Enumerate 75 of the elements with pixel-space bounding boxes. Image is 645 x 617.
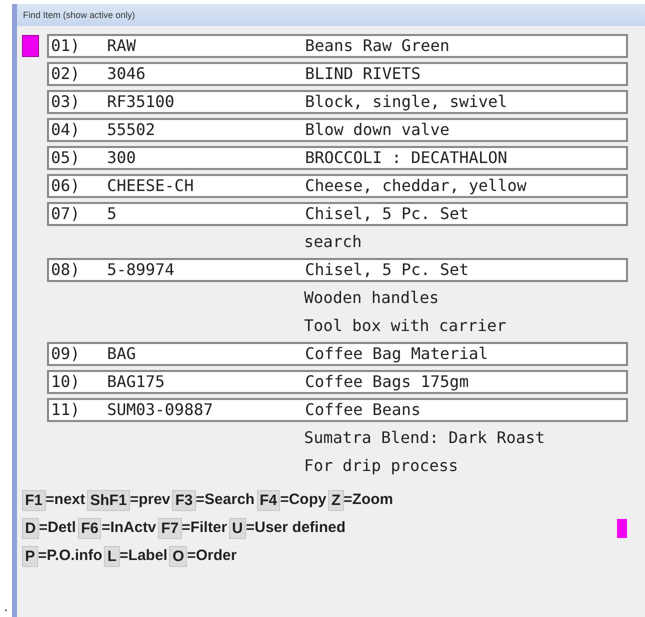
item-description: Blow down valve: [305, 119, 450, 141]
description-line: Tool box with carrier: [304, 315, 506, 337]
item-description: Block, single, swivel: [305, 91, 508, 113]
item-description: Cheese, cheddar, yellow: [305, 175, 527, 197]
function-key[interactable]: U: [229, 518, 246, 538]
item-description: Coffee Beans: [305, 399, 421, 421]
item-number: 06): [51, 175, 81, 197]
item-number: 05): [51, 147, 81, 169]
item-code: 55502: [107, 119, 156, 141]
item-description: Chisel, 5 Pc. Set: [305, 259, 469, 281]
description-line: For drip process: [304, 455, 458, 477]
item-code: 300: [107, 147, 137, 169]
description-line: Sumatra Blend: Dark Roast: [304, 427, 545, 449]
item-code: RF35100: [107, 91, 176, 113]
description-line: search: [304, 231, 362, 253]
function-key[interactable]: L: [104, 546, 120, 566]
item-row[interactable]: 05) 300 BROCCOLI : DECATHALON: [47, 146, 628, 170]
key-action: =User defined: [246, 518, 346, 538]
key-action: =P.O.info: [38, 546, 102, 566]
key-action: =InActv: [101, 518, 156, 538]
function-key[interactable]: O: [169, 546, 188, 566]
key-action: =Filter: [182, 518, 228, 538]
item-row[interactable]: 01) RAW Beans Raw Green: [47, 34, 628, 58]
item-number: 03): [51, 91, 81, 113]
key-action: =Search: [196, 490, 255, 510]
key-action: =Order: [187, 546, 237, 566]
window-title: Find Item (show active only): [23, 9, 136, 22]
item-number: 01): [51, 35, 81, 57]
item-number: 11): [51, 399, 81, 421]
item-row[interactable]: 08) 5-89974 Chisel, 5 Pc. Set: [47, 258, 628, 282]
function-key[interactable]: F1: [22, 490, 46, 510]
function-key[interactable]: F4: [256, 490, 280, 510]
item-code: SUM03-09887: [107, 399, 214, 421]
item-description: BROCCOLI : DECATHALON: [305, 147, 508, 169]
item-number: 10): [51, 371, 81, 393]
item-code: BAG: [107, 343, 137, 365]
function-key[interactable]: Z: [328, 490, 344, 510]
key-action: =next: [46, 490, 86, 510]
function-key[interactable]: P: [22, 546, 38, 566]
item-row[interactable]: 02) 3046 BLIND RIVETS: [47, 62, 628, 86]
item-description: Coffee Bag Material: [305, 343, 488, 365]
item-code: 5-89974: [107, 259, 176, 281]
item-code: 3046: [107, 63, 147, 85]
item-row[interactable]: 06) CHEESE-CH Cheese, cheddar, yellow: [47, 174, 628, 198]
item-row[interactable]: 07) 5 Chisel, 5 Pc. Set: [47, 202, 628, 226]
item-row[interactable]: 04) 55502 Blow down valve: [47, 118, 628, 142]
item-number: 04): [51, 119, 81, 141]
item-code: RAW: [107, 35, 137, 57]
key-action: =Label: [120, 546, 168, 566]
description-line: Wooden handles: [304, 287, 439, 309]
item-number: 07): [51, 203, 81, 225]
function-key[interactable]: F7: [158, 518, 182, 538]
item-description: Coffee Bags 175gm: [305, 371, 469, 393]
stray-mark: .: [4, 597, 8, 616]
item-code: BAG175: [107, 371, 166, 393]
item-number: 09): [51, 343, 81, 365]
item-code: 5: [107, 203, 118, 225]
item-row[interactable]: 11) SUM03-09887 Coffee Beans: [47, 398, 628, 422]
key-action: =prev: [130, 490, 170, 510]
item-description: Beans Raw Green: [305, 35, 450, 57]
item-number: 02): [51, 63, 81, 85]
item-description: BLIND RIVETS: [305, 63, 421, 85]
item-description: Chisel, 5 Pc. Set: [305, 203, 469, 225]
function-key[interactable]: F6: [78, 518, 102, 538]
item-row[interactable]: 09) BAG Coffee Bag Material: [47, 342, 628, 366]
key-action: =Zoom: [344, 490, 394, 510]
item-row[interactable]: 10) BAG175 Coffee Bags 175gm: [47, 370, 628, 394]
key-action: =Copy: [280, 490, 326, 510]
function-key[interactable]: D: [22, 518, 39, 538]
item-row[interactable]: 03) RF35100 Block, single, swivel: [47, 90, 628, 114]
item-number: 08): [51, 259, 81, 281]
function-key[interactable]: ShF1: [87, 490, 130, 510]
item-code: CHEESE-CH: [107, 175, 195, 197]
function-key[interactable]: F3: [172, 490, 196, 510]
key-action: =Detl: [38, 518, 76, 538]
